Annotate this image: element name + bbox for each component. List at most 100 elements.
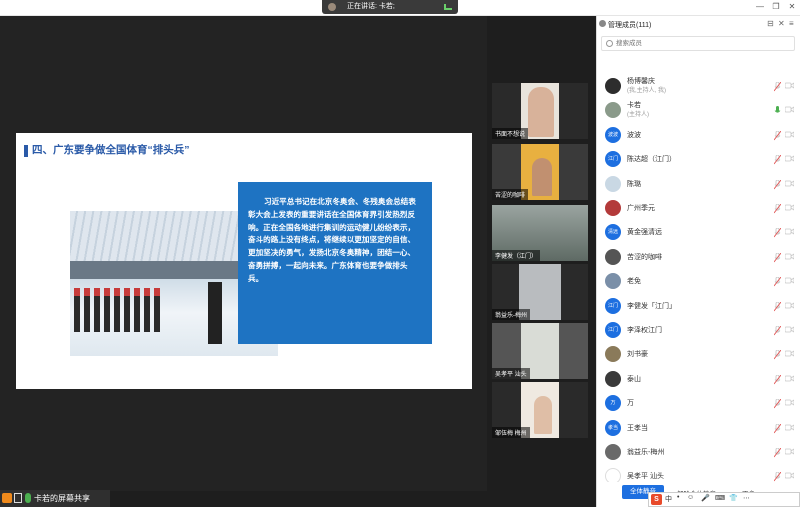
pin-icon[interactable]: ⊟ (767, 19, 774, 28)
member-row[interactable]: 江门 李健发「江门」 (597, 296, 800, 318)
video-tile-label: 吴孝平 汕头 (492, 368, 530, 379)
camera-icon[interactable] (784, 472, 795, 481)
member-row[interactable]: 孝当 王孝当 (597, 418, 800, 440)
video-tile[interactable]: 邹伍梅 梅州 (492, 382, 588, 438)
video-tile[interactable]: 书面不想说 (492, 83, 588, 139)
minimize-button[interactable]: — (755, 2, 765, 11)
mic-icon (25, 493, 31, 503)
mic-icon[interactable] (774, 350, 781, 360)
member-name: 波波 (627, 131, 641, 139)
mic-icon[interactable] (774, 423, 781, 433)
camera-icon[interactable] (784, 423, 795, 433)
video-tile[interactable]: 吴孝平 汕头 (492, 323, 588, 379)
member-row[interactable]: 刘书豪 (597, 344, 800, 366)
member-row[interactable]: 卡若 (主持人) (597, 100, 800, 122)
slide-title: 四、广东要争做全国体育“排头兵” (32, 144, 190, 156)
mic-icon[interactable] (774, 399, 781, 409)
member-avatar: 清远 (605, 224, 621, 241)
member-name: 苦涩的咖啡 (627, 253, 662, 261)
mic-icon[interactable] (774, 179, 781, 189)
close-button[interactable]: ✕ (787, 2, 797, 11)
member-name: 刘书豪 (627, 351, 648, 359)
member-row[interactable]: 万万 (597, 393, 800, 415)
member-name: 广州季元 (627, 205, 655, 212)
share-indicator: 卡若的屏幕共享 (0, 490, 110, 507)
mic-icon[interactable] (774, 204, 781, 214)
video-tile[interactable]: 苦涩的咖啡 (492, 144, 588, 200)
camera-icon[interactable] (784, 301, 795, 311)
member-avatar: 孝当 (605, 419, 621, 436)
ime-keyboard-icon[interactable]: ⌨ (715, 494, 725, 502)
member-row[interactable]: 江门 陈达超（江门） (597, 149, 800, 171)
signal-icon (444, 4, 452, 10)
mic-icon[interactable] (774, 326, 781, 336)
mic-icon[interactable] (774, 472, 781, 482)
mic-icon[interactable] (774, 106, 781, 115)
video-tile-label: 苦涩的咖啡 (492, 189, 529, 200)
video-tile[interactable]: 李健发（江门） (492, 205, 588, 261)
ime-more-icon[interactable]: ⋯ (743, 494, 750, 502)
member-row[interactable]: 老免 (597, 271, 800, 293)
member-row[interactable]: 波波 波波 (597, 125, 800, 147)
mic-icon[interactable] (774, 252, 781, 263)
member-row[interactable]: 泰山 (597, 369, 800, 391)
camera-icon[interactable] (784, 106, 795, 115)
member-name: 陈璐 (627, 180, 641, 188)
search-icon (606, 40, 613, 47)
member-row[interactable]: 翁益乐-梅州 (597, 442, 800, 464)
member-name: 老免 (627, 278, 641, 286)
search-input[interactable] (616, 38, 786, 49)
camera-icon[interactable] (784, 253, 795, 262)
camera-icon[interactable] (784, 179, 795, 189)
camera-icon[interactable] (784, 326, 795, 335)
camera-icon[interactable] (784, 228, 795, 237)
video-tile[interactable]: 翁益乐-梅州 (492, 264, 588, 320)
member-row[interactable]: 江门 李泽权江门 (597, 320, 800, 342)
ime-skin-icon[interactable]: 👕 (729, 494, 738, 502)
member-avatar: 江门 (605, 322, 621, 338)
camera-icon[interactable] (784, 399, 795, 408)
presentation-slide: 四、广东要争做全国体育“排头兵” 习近平总书记在北京冬奥会、冬残奥会总结表彰大会… (16, 133, 472, 389)
camera-icon[interactable] (784, 131, 795, 140)
mic-icon[interactable] (774, 277, 781, 287)
share-label: 卡若的屏幕共享 (34, 494, 90, 503)
ime-punct-icon[interactable]: • (677, 494, 679, 501)
member-search[interactable] (601, 36, 795, 51)
camera-icon[interactable] (784, 82, 795, 91)
member-row[interactable]: 清远 黄金强清远 (597, 222, 800, 244)
camera-icon[interactable] (784, 204, 795, 213)
ime-mode[interactable]: 中 (665, 494, 672, 504)
member-avatar (605, 200, 621, 216)
camera-icon[interactable] (784, 277, 795, 286)
menu-icon[interactable]: ≡ (789, 19, 794, 28)
mic-icon[interactable] (774, 448, 781, 458)
member-avatar: 万 (605, 395, 621, 412)
close-panel-icon[interactable]: ✕ (778, 19, 785, 28)
mic-icon[interactable] (774, 301, 781, 311)
member-row[interactable]: 杨博馨庆 (我,主持人, 我) (597, 76, 800, 98)
ime-voice-icon[interactable]: 🎤 (701, 494, 710, 502)
member-name: 陈达超（江门） (627, 156, 676, 164)
mic-icon[interactable] (774, 82, 781, 92)
mic-icon[interactable] (774, 155, 781, 165)
member-role: (我,主持人, 我) (627, 88, 666, 94)
camera-icon[interactable] (784, 448, 795, 457)
mic-icon[interactable] (774, 374, 781, 385)
video-tile-label: 李健发（江门） (492, 250, 541, 261)
member-name: 万 (627, 400, 634, 408)
member-avatar (605, 248, 621, 265)
member-row[interactable]: 广州季元 (597, 198, 800, 220)
member-row[interactable]: 陈璐 (597, 174, 800, 196)
camera-icon[interactable] (784, 350, 795, 359)
mic-icon[interactable] (774, 228, 781, 238)
title-bar: 正在讲话: 卡若; — ❐ ✕ (0, 0, 800, 16)
ime-emoji-icon[interactable]: ☺ (687, 494, 694, 501)
camera-icon[interactable] (784, 155, 795, 164)
user-icon (2, 493, 12, 503)
members-icon (599, 20, 606, 27)
ime-toolbar[interactable]: S 中 • ☺ 🎤 ⌨ 👕 ⋯ (648, 492, 800, 507)
camera-icon[interactable] (784, 375, 795, 384)
mic-icon[interactable] (774, 130, 781, 141)
member-row[interactable]: 苦涩的咖啡 (597, 247, 800, 269)
restore-button[interactable]: ❐ (771, 2, 781, 11)
